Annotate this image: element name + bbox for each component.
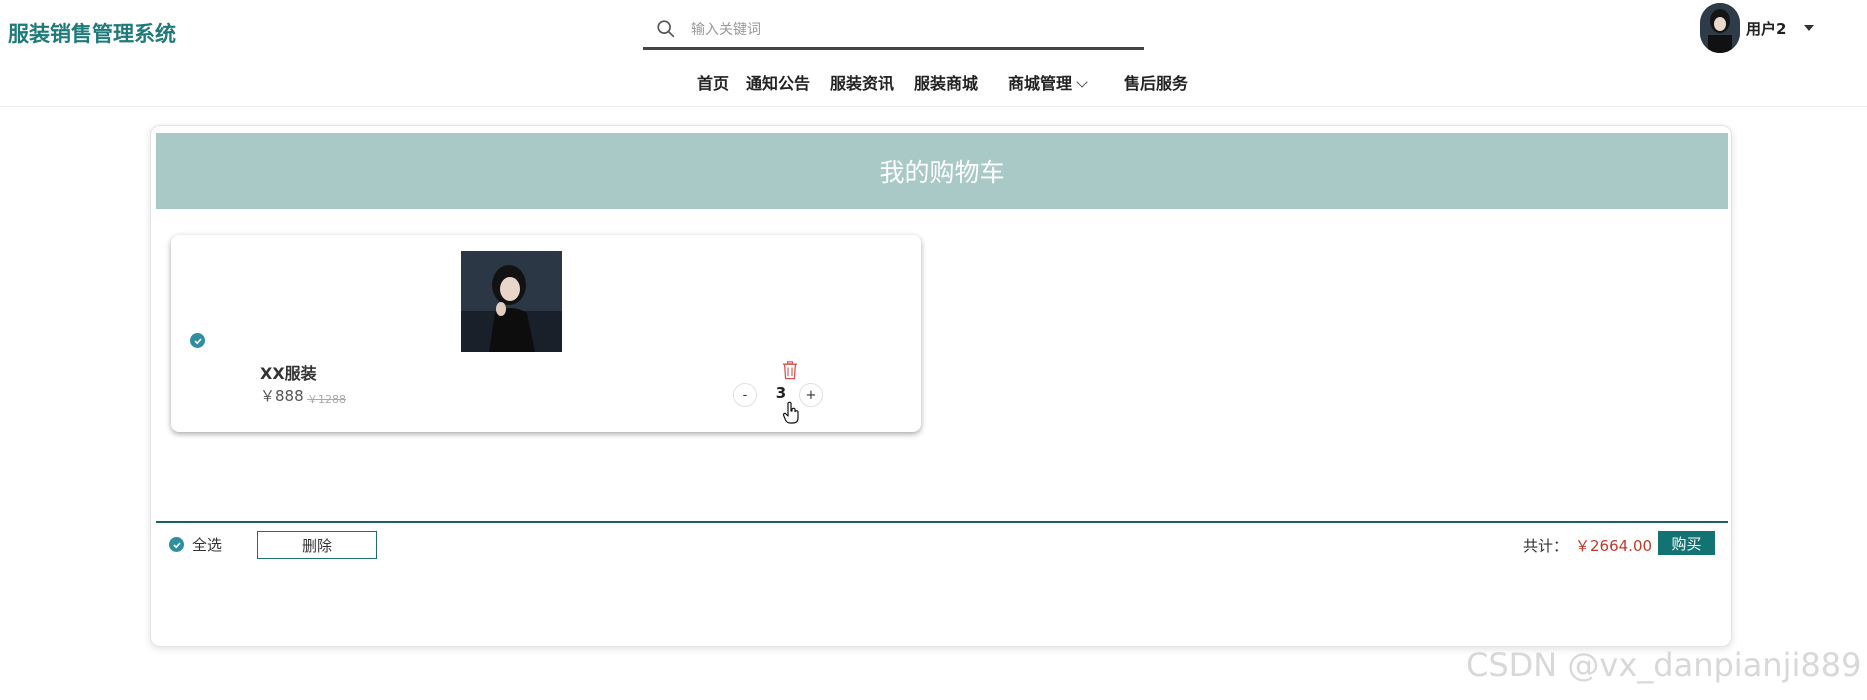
product-original-price: ￥1288 <box>307 393 346 406</box>
search-input[interactable] <box>691 16 1131 44</box>
cart-item: XX服装 ￥888 ￥1288 - 3 + <box>171 235 921 432</box>
check-icon <box>172 541 181 548</box>
product-image[interactable] <box>461 251 562 352</box>
user-menu[interactable]: 用户2 <box>1700 2 1815 54</box>
quantity-decrease-button[interactable]: - <box>733 383 757 407</box>
main-nav: 首页 通知公告 服装资讯 服装商城 商城管理 售后服务 <box>0 70 1867 96</box>
username[interactable]: 用户2 <box>1746 18 1786 39</box>
quantity-increase-button[interactable]: + <box>799 383 823 407</box>
product-name: XX服装 <box>260 364 317 383</box>
footer-divider <box>156 521 1728 523</box>
chevron-down-icon <box>1076 76 1088 88</box>
select-all-toggle[interactable]: 全选 <box>169 534 222 555</box>
nav-item-store[interactable]: 服装商城 <box>914 70 978 94</box>
nav-item-after-sales[interactable]: 售后服务 <box>1124 70 1188 94</box>
search-icon[interactable] <box>655 18 677 40</box>
watermark: CSDN @vx_danpianji889 <box>1466 646 1862 684</box>
nav-item-store-admin[interactable]: 商城管理 <box>1008 70 1088 94</box>
check-icon <box>193 337 202 344</box>
select-all-checkbox[interactable] <box>169 537 184 552</box>
nav-item-store-admin-label: 商城管理 <box>1008 74 1073 93</box>
total-label: 共计： <box>1523 537 1569 555</box>
buy-button[interactable]: 购买 <box>1658 531 1715 555</box>
trash-icon[interactable] <box>782 361 798 380</box>
brand-title[interactable]: 服装销售管理系统 <box>8 18 176 48</box>
quantity-value[interactable]: 3 <box>769 384 793 402</box>
delete-button[interactable]: 删除 <box>257 531 377 559</box>
nav-item-home[interactable]: 首页 <box>697 70 729 94</box>
nav-item-notices[interactable]: 通知公告 <box>746 70 810 94</box>
nav-item-news[interactable]: 服装资讯 <box>830 70 894 94</box>
cart-panel: 我的购物车 XX服装 ￥888 ￥1288 - 3 + 全选 删除 共计： ￥2… <box>150 125 1732 647</box>
cart-title: 我的购物车 <box>156 133 1728 209</box>
header: 服装销售管理系统 用户2 首页 通知公告 服装资讯 服装商城 商城管理 售后服务 <box>0 0 1867 107</box>
product-price: ￥888 <box>260 387 304 405</box>
hand-cursor-icon <box>782 401 799 424</box>
search-bar <box>643 12 1144 50</box>
total-value: ￥2664.00 <box>1575 537 1653 555</box>
item-checkbox[interactable] <box>190 333 205 348</box>
avatar[interactable] <box>1700 3 1740 53</box>
caret-down-icon[interactable] <box>1804 25 1815 31</box>
select-all-label: 全选 <box>192 536 223 554</box>
